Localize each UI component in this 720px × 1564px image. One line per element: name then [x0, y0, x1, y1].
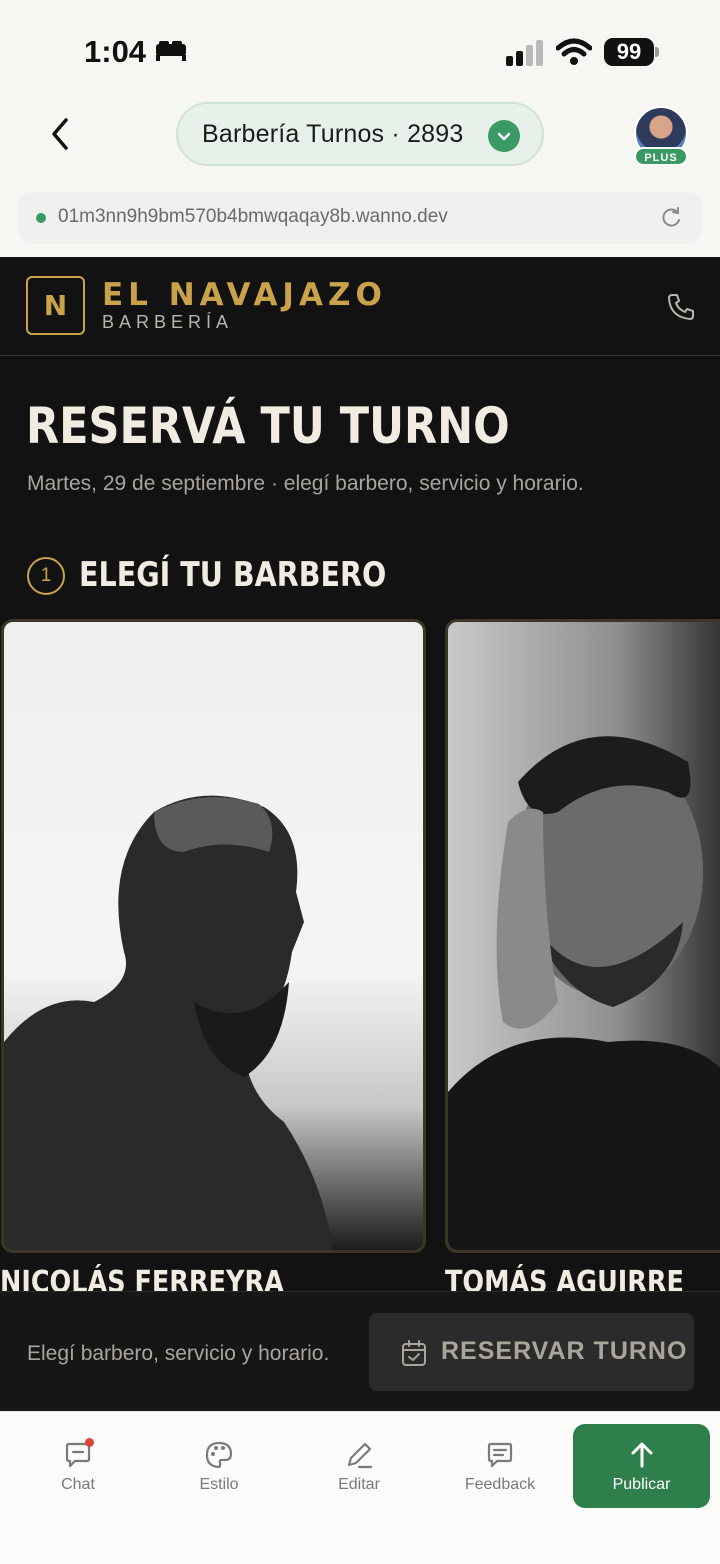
status-bar: 1:04 99 [0, 0, 720, 100]
brand-name: EL NAVAJAZO [102, 277, 387, 313]
tab-editar[interactable]: Editar [304, 1432, 414, 1512]
step-title: ELEGÍ TU BARBERO [79, 555, 387, 595]
palette-icon [205, 1441, 233, 1469]
reload-icon[interactable] [658, 205, 684, 231]
sleep-focus-icon [156, 41, 186, 61]
bottom-tab-bar: Chat Estilo Editar Feedback Publicar [0, 1411, 720, 1564]
publish-button[interactable]: Publicar [573, 1424, 710, 1508]
status-time: 1:04 [84, 34, 147, 69]
notification-dot [85, 1438, 94, 1447]
tab-feedback[interactable]: Feedback [445, 1432, 555, 1512]
barber-card-tomas[interactable] [445, 619, 720, 1253]
barber-names: NICOLÁS FERREYRA TOMÁS AGUIRRE [0, 1257, 720, 1291]
page-subtitle: Martes, 29 de septiembre · elegí barbero… [27, 472, 584, 495]
url-bar[interactable]: 01m3nn9h9bm570b4bmwqaqay8b.wanno.dev [18, 192, 702, 244]
phone-icon[interactable] [666, 292, 696, 322]
tab-estilo-label: Estilo [199, 1476, 239, 1493]
step-number: 1 [27, 557, 65, 595]
booking-footer: Elegí barbero, servicio y horario. RESER… [0, 1291, 720, 1411]
project-selector[interactable]: Barbería Turnos · 2893 [176, 102, 544, 166]
plan-badge: PLUS [634, 147, 688, 166]
header-divider [0, 355, 720, 356]
back-chevron-icon[interactable] [44, 116, 76, 152]
wifi-icon [556, 38, 592, 65]
cellular-signal-icon [506, 40, 543, 66]
arrow-up-icon [631, 1442, 652, 1468]
url-text: 01m3nn9h9bm570b4bmwqaqay8b.wanno.dev [58, 206, 448, 227]
barber-photo-tomas [448, 736, 720, 1250]
barber-name-tomas: TOMÁS AGUIRRE [445, 1265, 684, 1291]
reserve-button[interactable]: RESERVAR TURNO [369, 1313, 694, 1391]
barber-card-nicolas[interactable] [1, 619, 426, 1253]
reserve-button-label: RESERVAR TURNO [441, 1337, 688, 1365]
tab-chat-label: Chat [61, 1476, 95, 1493]
connection-status-dot [36, 213, 46, 223]
booking-hint: Elegí barbero, servicio y horario. [27, 1342, 330, 1365]
tab-feedback-label: Feedback [464, 1476, 536, 1493]
publish-label: Publicar [612, 1476, 671, 1493]
barber-photo-nicolas [4, 795, 334, 1250]
tab-estilo[interactable]: Estilo [164, 1432, 274, 1512]
brand-subtitle: BARBERÍA [102, 312, 234, 332]
feedback-icon [487, 1442, 513, 1468]
tab-editar-label: Editar [338, 1476, 380, 1493]
battery-indicator: 99 [604, 38, 654, 66]
tab-chat[interactable]: Chat [23, 1432, 133, 1512]
battery-nub [655, 47, 659, 57]
calendar-check-icon [402, 1340, 426, 1366]
project-title: Barbería Turnos · 2893 [202, 119, 464, 148]
brand-logo: N [26, 276, 85, 335]
web-preview: N EL NAVAJAZO BARBERÍA RESERVÁ TU TURNO … [0, 257, 720, 1411]
chevron-down-icon [488, 120, 520, 152]
barber-name-nicolas: NICOLÁS FERREYRA [0, 1265, 284, 1291]
pencil-icon [347, 1442, 373, 1469]
page-title: RESERVÁ TU TURNO [26, 397, 510, 455]
